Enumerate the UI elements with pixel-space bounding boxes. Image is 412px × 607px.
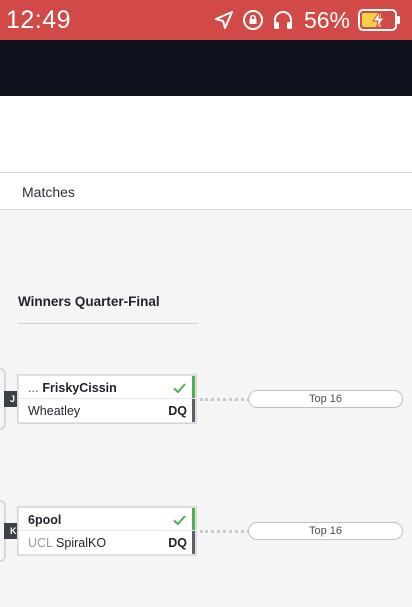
player-name: ... FriskyCissin bbox=[28, 381, 117, 395]
tab-matches[interactable]: Matches bbox=[22, 184, 75, 200]
match-player-row[interactable]: Wheatley DQ bbox=[18, 399, 196, 423]
player-team-prefix: UCL bbox=[28, 536, 53, 550]
next-match-pill[interactable]: Top 16 bbox=[248, 390, 403, 408]
header-panel bbox=[0, 96, 412, 173]
match-player-row[interactable]: 6pool bbox=[18, 507, 196, 531]
battery-percent: 56% bbox=[303, 6, 350, 33]
status-time: 12:49 bbox=[6, 6, 72, 34]
round-divider bbox=[18, 323, 198, 324]
battery-charging-icon bbox=[358, 8, 402, 32]
match-player-row[interactable]: UCL SpiralKO DQ bbox=[18, 531, 196, 555]
loser-indicator bbox=[192, 531, 195, 554]
bracket-connector bbox=[200, 530, 250, 533]
player-name: 6pool bbox=[28, 513, 62, 527]
winner-indicator bbox=[192, 376, 195, 398]
player-result: DQ bbox=[168, 536, 187, 550]
match-card[interactable]: ... FriskyCissin Wheatley DQ bbox=[17, 374, 197, 424]
match-card[interactable]: 6pool UCL SpiralKO DQ bbox=[17, 506, 197, 556]
tabs-bar: Matches bbox=[0, 173, 412, 210]
player-name-text: SpiralKO bbox=[56, 536, 107, 550]
check-icon bbox=[173, 381, 186, 399]
winner-indicator bbox=[192, 508, 195, 530]
check-icon bbox=[173, 513, 186, 531]
player-name-text: FriskyCissin bbox=[42, 381, 117, 395]
player-result: DQ bbox=[168, 404, 187, 418]
rotation-lock-icon bbox=[242, 9, 264, 31]
round-title: Winners Quarter-Final bbox=[18, 294, 160, 309]
player-name: Wheatley bbox=[28, 404, 81, 418]
headphones-icon bbox=[272, 9, 294, 31]
match-player-row[interactable]: ... FriskyCissin bbox=[18, 375, 196, 399]
app-header bbox=[0, 40, 412, 96]
player-ellipsis: ... bbox=[28, 381, 39, 395]
status-bar: 12:49 56% bbox=[0, 0, 412, 40]
next-match-pill[interactable]: Top 16 bbox=[248, 522, 403, 540]
location-arrow-icon bbox=[214, 10, 234, 30]
bracket-connector bbox=[200, 398, 250, 401]
status-icons: 56% bbox=[214, 7, 402, 33]
loser-indicator bbox=[192, 399, 195, 422]
player-name: UCL SpiralKO bbox=[28, 536, 106, 550]
